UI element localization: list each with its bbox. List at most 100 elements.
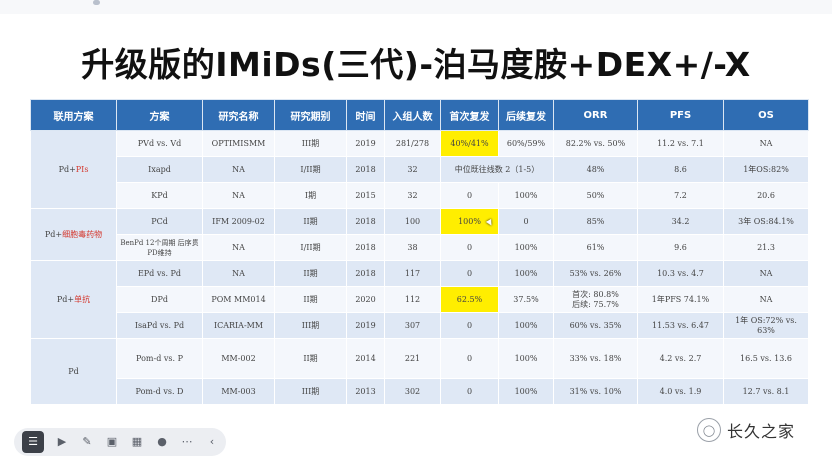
table-cell: 50% xyxy=(553,182,638,209)
table-cell: IsaPd vs. Pd xyxy=(116,312,203,339)
table-cell: EPd vs. Pd xyxy=(116,260,203,287)
table-cell: Ixapd xyxy=(116,156,203,183)
table-cell: 281/278 xyxy=(384,130,441,157)
screenshot-icon[interactable]: ▣ xyxy=(105,435,119,449)
table-cell: 1年OS:82% xyxy=(723,156,809,183)
table-cell: 0 xyxy=(440,234,499,261)
group-label-cytotoxic: Pd+细胞毒药物 xyxy=(30,208,117,261)
table-cell: 100% xyxy=(498,312,554,339)
table-row: BenPd 12个周期 后序贯PD维持 NA I/II期 2018 38 0 1… xyxy=(31,234,809,261)
table-cell: 0 xyxy=(440,260,499,287)
table-row: Pd Pom-d vs. P MM-002 II期 2014 221 0 100… xyxy=(30,338,809,405)
col-header: PFS xyxy=(637,99,724,131)
table-cell: 53% vs. 26% xyxy=(553,260,638,287)
slide-title: 升级版的IMiDs(三代)-泊马度胺+DEX+/-X xyxy=(81,45,751,84)
table-cell: III期 xyxy=(274,312,347,339)
table-cell: II期 xyxy=(274,260,347,287)
table-cell: 0 xyxy=(440,378,499,405)
table-cell: 7.2 xyxy=(637,182,724,209)
table-row: Pom-d vs. D MM-003 III期 2013 302 0 100% … xyxy=(31,378,809,405)
table-cell: 2019 xyxy=(346,312,385,339)
table-cell-highlighted: 40%/41% xyxy=(440,130,499,157)
table-cell: 0 xyxy=(440,182,499,209)
table-cell: NA xyxy=(202,260,275,287)
group-label-antibody: Pd+单抗 xyxy=(30,260,117,339)
table-cell: 2014 xyxy=(346,338,385,379)
table-cell: NA xyxy=(723,286,809,313)
table-cell: ICARIA-MM xyxy=(202,312,275,339)
table-cell: 100% xyxy=(498,378,554,405)
collapse-icon[interactable]: ‹ xyxy=(205,435,219,449)
table-cell: 307 xyxy=(384,312,441,339)
table-cell-highlighted: 62.5% xyxy=(440,286,499,313)
table-cell: NA xyxy=(723,260,809,287)
table-cell: 4.2 vs. 2.7 xyxy=(637,338,724,379)
table-cell: NA xyxy=(202,234,275,261)
table-row: Pd+细胞毒药物 PCd IFM 2009-02 II期 2018 100 10… xyxy=(30,208,809,261)
comparison-table: 联用方案 方案 研究名称 研究期别 时间 入组人数 首次复发 后续复发 ORR … xyxy=(30,99,809,405)
table-cell: BenPd 12个周期 后序贯PD维持 xyxy=(116,234,203,261)
list-icon[interactable]: ☰ xyxy=(22,431,44,453)
table-cell: II期 xyxy=(274,338,347,379)
table-cell: 85% xyxy=(553,208,638,235)
table-cell: Pom-d vs. P xyxy=(116,338,203,379)
table-cell: 8.6 xyxy=(637,156,724,183)
table-row: IsaPd vs. Pd ICARIA-MM III期 2019 307 0 1… xyxy=(31,312,809,339)
pen-icon[interactable]: ✎ xyxy=(80,435,94,449)
more-icon[interactable]: ⋯ xyxy=(180,435,194,449)
table-cell: IFM 2009-02 xyxy=(202,208,275,235)
table-cell: 20.6 xyxy=(723,182,809,209)
table-cell: 302 xyxy=(384,378,441,405)
table-cell: 2020 xyxy=(346,286,385,313)
table-cell: 2018 xyxy=(346,156,385,183)
col-header: 联用方案 xyxy=(30,99,117,131)
group-label-pd: Pd xyxy=(30,338,117,405)
table-cell: 100 xyxy=(384,208,441,235)
table-cell: 16.5 vs. 13.6 xyxy=(723,338,809,379)
table-cell: 21.3 xyxy=(723,234,809,261)
col-header: 入组人数 xyxy=(384,99,441,131)
table-cell: 4.0 vs. 1.9 xyxy=(637,378,724,405)
col-header: 研究期别 xyxy=(274,99,347,131)
table-cell: 11.53 vs. 6.47 xyxy=(637,312,724,339)
table-cell: 11.2 vs. 7.1 xyxy=(637,130,724,157)
table-cell: 2018 xyxy=(346,234,385,261)
table-cell: I期 xyxy=(274,182,347,209)
table-cell: 0 xyxy=(440,312,499,339)
table-cell: III期 xyxy=(274,130,347,157)
table-cell: 221 xyxy=(384,338,441,379)
table-cell: MM-003 xyxy=(202,378,275,405)
table-cell: 60%/59% xyxy=(498,130,554,157)
table-cell: 0 xyxy=(498,208,554,235)
table-cell: 82.2% vs. 50% xyxy=(553,130,638,157)
table-row: Ixapd NA I/II期 2018 32 中位既往线数 2（1-5） 48%… xyxy=(31,156,809,183)
grid-icon[interactable]: ▦ xyxy=(130,435,144,449)
table-cell: 37.5% xyxy=(498,286,554,313)
table-cell: 100% xyxy=(498,182,554,209)
table-cell: NA xyxy=(202,182,275,209)
topbar-dot-icon xyxy=(93,0,100,5)
table-cell: 1年PFS 74.1% xyxy=(637,286,724,313)
play-icon[interactable]: ▶ xyxy=(55,435,69,449)
table-cell: 31% vs. 10% xyxy=(553,378,638,405)
table-cell: 117 xyxy=(384,260,441,287)
table-cell: POM MM014 xyxy=(202,286,275,313)
table-cell: 2015 xyxy=(346,182,385,209)
table-cell: 首次: 80.8% 后续: 75.7% xyxy=(553,286,638,313)
user-icon[interactable]: ● xyxy=(155,435,169,449)
table-cell: 12.7 vs. 8.1 xyxy=(723,378,809,405)
table-cell: 2019 xyxy=(346,130,385,157)
table-cell: 2018 xyxy=(346,208,385,235)
col-header: OS xyxy=(723,99,809,131)
table-cell: 38 xyxy=(384,234,441,261)
table-cell-merged: 中位既往线数 2（1-5） xyxy=(440,156,554,183)
col-header: 时间 xyxy=(346,99,385,131)
top-strip xyxy=(0,0,832,14)
watermark-text: 长久之家 xyxy=(727,422,796,441)
table-cell: KPd xyxy=(116,182,203,209)
table-cell: 100% xyxy=(498,338,554,379)
table-row: KPd NA I期 2015 32 0 100% 50% 7.2 20.6 xyxy=(31,182,809,209)
col-header: 方案 xyxy=(116,99,203,131)
wechat-icon: ◯ xyxy=(697,418,721,442)
table-cell: I/II期 xyxy=(274,234,347,261)
